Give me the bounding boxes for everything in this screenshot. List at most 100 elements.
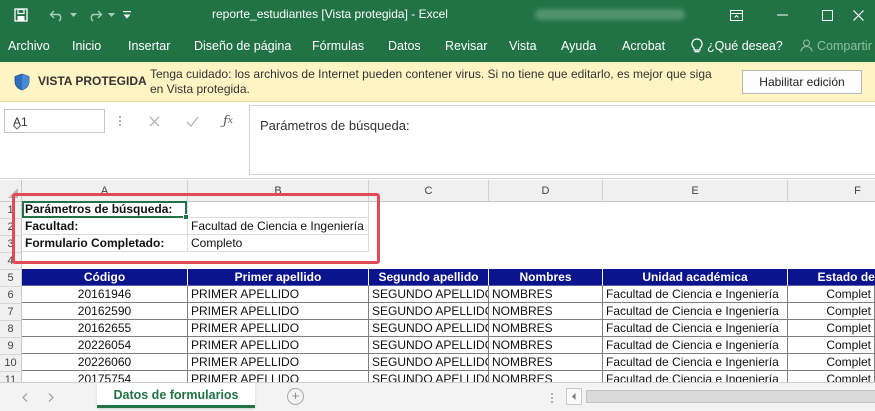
enable-editing-button[interactable]: Habilitar edición — [742, 70, 862, 94]
table-cell-nombres[interactable]: NOMBRES — [489, 337, 603, 354]
table-cell-unidad[interactable]: Facultad de Ciencia e Ingeniería — [603, 286, 788, 303]
table-cell-estado[interactable]: Complet — [788, 320, 875, 337]
table-cell-estado[interactable]: Complet — [788, 354, 875, 371]
table-cell-codigo[interactable]: 20226054 — [22, 337, 188, 354]
table-cell-codigo[interactable]: 20175754 — [22, 371, 188, 382]
param-value-cell[interactable]: Completo — [188, 235, 369, 252]
customize-toolbar-icon[interactable] — [120, 0, 134, 30]
param-value-cell[interactable]: Facultad de Ciencia e Ingeniería — [188, 218, 369, 235]
horizontal-scrollbar[interactable] — [566, 388, 875, 405]
table-cell-primer-apellido[interactable]: PRIMER APELLIDO — [188, 337, 369, 354]
param-label-cell[interactable]: Formulario Completado: — [22, 235, 188, 252]
table-cell-codigo[interactable]: 20162655 — [22, 320, 188, 337]
table-cell-segundo-apellido[interactable]: SEGUNDO APELLIDO — [369, 303, 489, 320]
undo-dropdown-icon[interactable] — [67, 0, 79, 30]
fill-handle[interactable] — [183, 214, 189, 220]
table-cell-segundo-apellido[interactable]: SEGUNDO APELLIDO — [369, 337, 489, 354]
table-cell-segundo-apellido[interactable]: SEGUNDO APELLIDO — [369, 320, 489, 337]
tab-datos[interactable]: Datos — [388, 39, 421, 53]
vertical-dots-icon[interactable] — [550, 392, 554, 407]
table-cell-segundo-apellido[interactable]: SEGUNDO APELLIDO — [369, 371, 489, 382]
cancel-icon[interactable] — [142, 111, 166, 131]
ribbon-display-icon[interactable] — [713, 0, 759, 30]
table-header-primer-apellido[interactable]: Primer apellido — [188, 269, 369, 286]
table-cell-nombres[interactable]: NOMBRES — [489, 354, 603, 371]
row-header[interactable]: 3 — [0, 236, 22, 253]
table-cell-unidad[interactable]: Facultad de Ciencia e Ingeniería — [603, 320, 788, 337]
table-cell-estado[interactable]: Complet — [788, 303, 875, 320]
table-cell-primer-apellido[interactable]: PRIMER APELLIDO — [188, 320, 369, 337]
tab-insertar[interactable]: Insertar — [128, 39, 170, 53]
enter-check-icon[interactable] — [180, 111, 204, 131]
tab-inicio[interactable]: Inicio — [72, 39, 101, 53]
table-header-segundo-apellido[interactable]: Segundo apellido — [369, 269, 489, 286]
table-cell-primer-apellido[interactable]: PRIMER APELLIDO — [188, 286, 369, 303]
row-header[interactable]: 10 — [0, 355, 22, 372]
tab-ayuda[interactable]: Ayuda — [561, 39, 596, 53]
table-cell-codigo[interactable]: 20162590 — [22, 303, 188, 320]
param-label-cell[interactable]: Parámetros de búsqueda: — [22, 201, 188, 218]
table-header-unidad-academica[interactable]: Unidad académica — [603, 269, 788, 286]
table-cell-primer-apellido[interactable]: PRIMER APELLIDO — [188, 371, 369, 382]
select-all-corner[interactable] — [0, 180, 22, 202]
tab-diseno-de-pagina[interactable]: Diseño de página — [194, 39, 291, 53]
sheet-tab-datos-de-formularios[interactable]: Datos de formularios — [97, 383, 255, 408]
scroll-left-button[interactable] — [566, 388, 582, 405]
table-cell-segundo-apellido[interactable]: SEGUNDO APELLIDO — [369, 286, 489, 303]
row-header[interactable]: 8 — [0, 321, 22, 338]
table-cell-nombres[interactable]: NOMBRES — [489, 303, 603, 320]
column-header-e[interactable]: E — [603, 180, 788, 202]
redo-dropdown-icon[interactable] — [105, 0, 117, 30]
row-header[interactable]: 11 — [0, 372, 22, 382]
sheet-prev-icon[interactable] — [22, 391, 28, 405]
column-header-b[interactable]: B — [188, 180, 369, 202]
table-cell-codigo[interactable]: 20226060 — [22, 354, 188, 371]
param-label-cell[interactable]: Facultad: — [22, 218, 188, 235]
insert-function-icon[interactable]: ƒx — [216, 111, 240, 131]
chevron-down-icon[interactable] — [13, 119, 98, 133]
row-header[interactable]: 4 — [0, 253, 22, 270]
table-header-estado[interactable]: Estado del for — [788, 269, 875, 286]
save-icon[interactable] — [10, 0, 32, 30]
row-header[interactable]: 9 — [0, 338, 22, 355]
table-cell-nombres[interactable]: NOMBRES — [489, 286, 603, 303]
tab-vista[interactable]: Vista — [509, 39, 537, 53]
tab-revisar[interactable]: Revisar — [445, 39, 487, 53]
row-header[interactable]: 2 — [0, 219, 22, 236]
param-value-cell[interactable] — [188, 201, 369, 218]
add-sheet-button[interactable]: + — [287, 388, 304, 405]
table-cell-estado[interactable]: Complet — [788, 286, 875, 303]
table-cell-unidad[interactable]: Facultad de Ciencia e Ingeniería — [603, 371, 788, 382]
row-header[interactable]: 5 — [0, 270, 22, 287]
table-cell-segundo-apellido[interactable]: SEGUNDO APELLIDO — [369, 354, 489, 371]
row-header[interactable]: 1 — [0, 202, 22, 219]
row-header[interactable]: 7 — [0, 304, 22, 321]
sheet-next-icon[interactable] — [48, 391, 54, 405]
table-cell-unidad[interactable]: Facultad de Ciencia e Ingeniería — [603, 303, 788, 320]
column-header-f[interactable]: F — [788, 180, 875, 202]
table-cell-primer-apellido[interactable]: PRIMER APELLIDO — [188, 354, 369, 371]
table-cell-nombres[interactable]: NOMBRES — [489, 371, 603, 382]
table-cell-primer-apellido[interactable]: PRIMER APELLIDO — [188, 303, 369, 320]
table-cell-unidad[interactable]: Facultad de Ciencia e Ingeniería — [603, 337, 788, 354]
tab-acrobat[interactable]: Acrobat — [622, 39, 665, 53]
column-header-c[interactable]: C — [369, 180, 489, 202]
table-cell-unidad[interactable]: Facultad de Ciencia e Ingeniería — [603, 354, 788, 371]
share-button[interactable]: Compartir — [817, 39, 872, 53]
tab-formulas[interactable]: Fórmulas — [312, 39, 364, 53]
minimize-icon[interactable] — [759, 0, 805, 30]
spreadsheet-grid[interactable]: A B C D E F 1 2 3 4 5 6 7 8 9 10 11 Pará… — [0, 180, 875, 382]
row-header[interactable]: 6 — [0, 287, 22, 304]
column-header-d[interactable]: D — [489, 180, 603, 202]
formula-input[interactable]: Parámetros de búsqueda: — [249, 105, 875, 175]
table-cell-codigo[interactable]: 20161946 — [22, 286, 188, 303]
table-cell-estado[interactable]: Complet — [788, 371, 875, 382]
name-box[interactable]: A1 — [4, 109, 105, 133]
tab-archivo[interactable]: Archivo — [8, 39, 50, 53]
tell-me-input[interactable]: ¿Qué desea? — [707, 39, 783, 53]
column-header-a[interactable]: A — [22, 180, 188, 202]
undo-icon[interactable] — [46, 0, 68, 30]
scrollbar-thumb[interactable] — [586, 390, 875, 403]
table-cell-nombres[interactable]: NOMBRES — [489, 320, 603, 337]
close-icon[interactable] — [842, 0, 875, 30]
